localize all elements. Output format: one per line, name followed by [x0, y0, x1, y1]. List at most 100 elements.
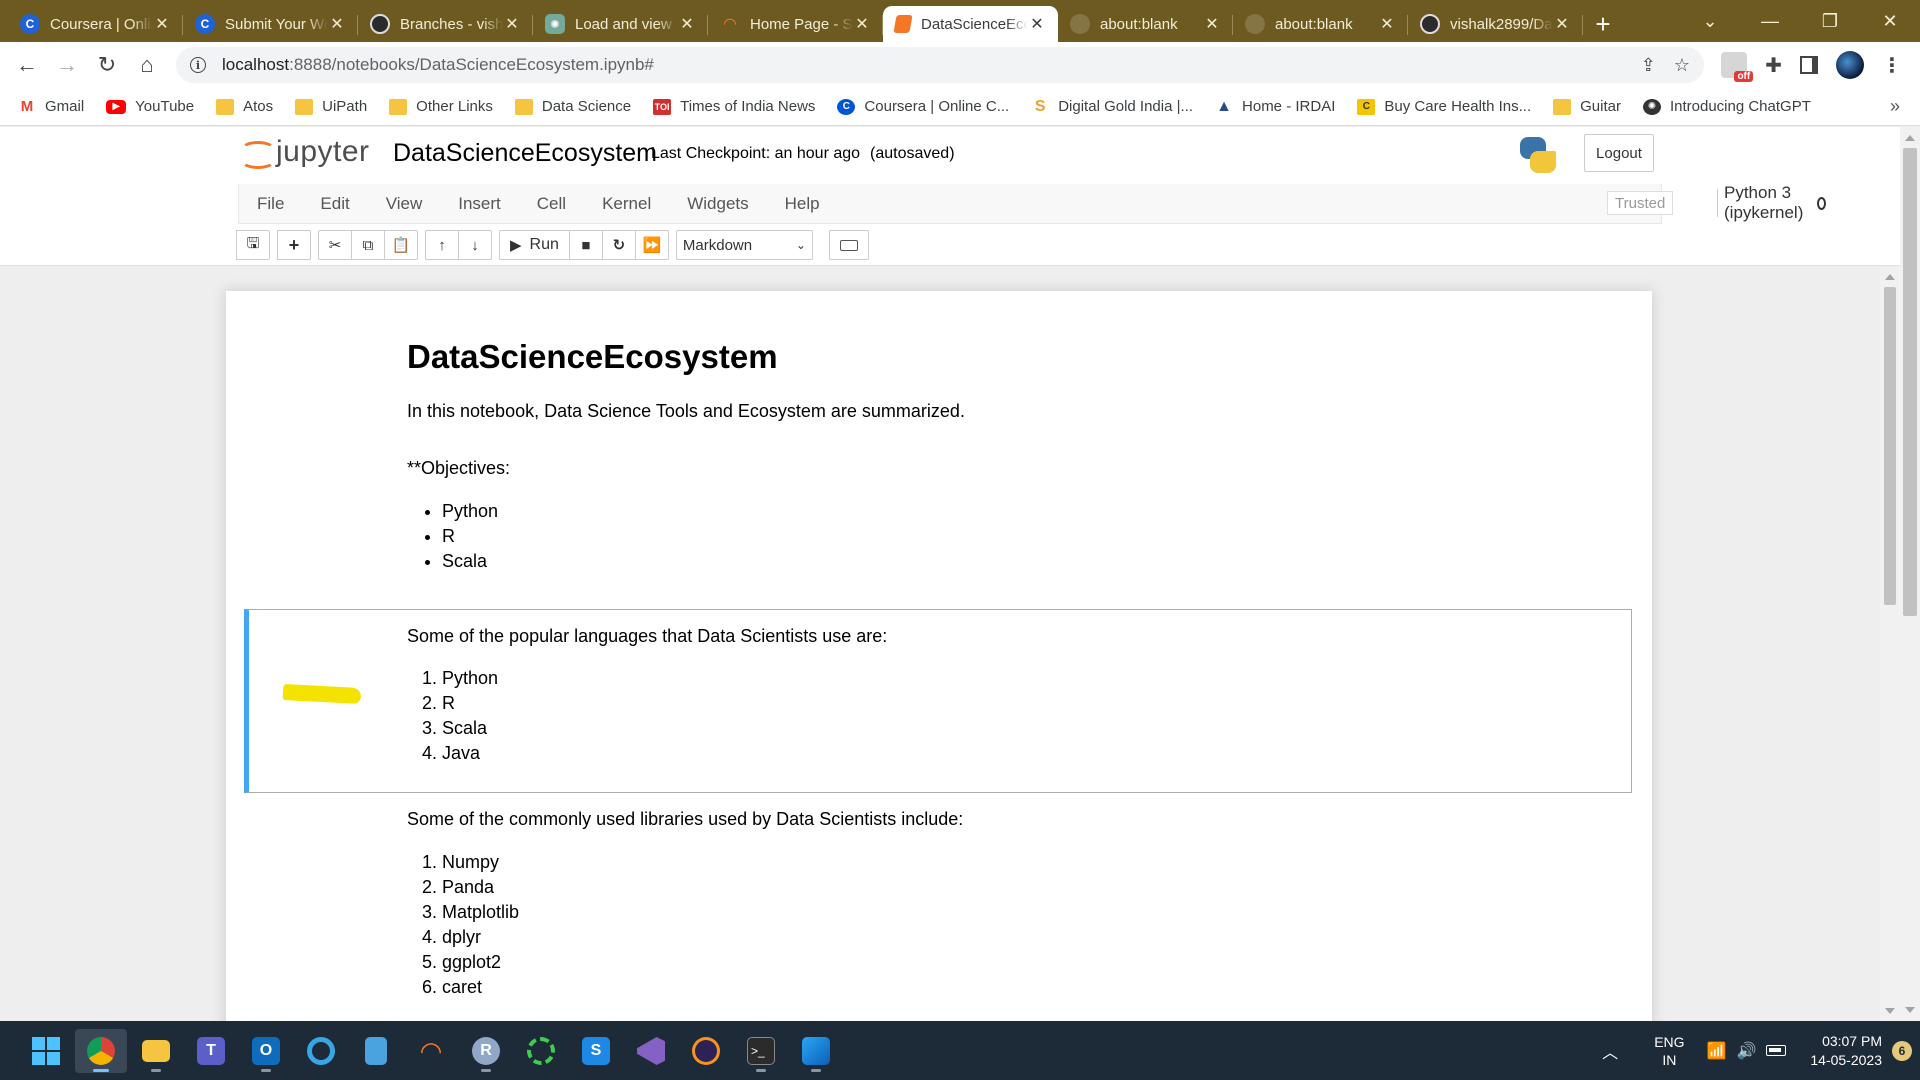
- bookmark-coursera[interactable]: C Coursera | Online C...: [837, 98, 1009, 115]
- paste-icon[interactable]: 📋: [384, 230, 418, 260]
- scroll-down-icon[interactable]: [1905, 1007, 1915, 1013]
- bookmark-youtube[interactable]: ▶ YouTube: [106, 98, 194, 115]
- browser-tab-blank-1[interactable]: about:blank ✕: [1058, 6, 1233, 42]
- taskbar-file-explorer[interactable]: [130, 1029, 182, 1073]
- language-indicator[interactable]: ENG IN: [1654, 1033, 1684, 1069]
- menu-kernel[interactable]: Kernel: [584, 194, 669, 214]
- bookmark-care-health[interactable]: C Buy Care Health Ins...: [1357, 98, 1531, 115]
- home-icon[interactable]: ⌂: [132, 50, 162, 80]
- scroll-down-icon[interactable]: [1885, 1008, 1895, 1014]
- cell-type-select[interactable]: Markdown ⌄: [675, 230, 813, 260]
- bookmark-chatgpt[interactable]: ✺ Introducing ChatGPT: [1642, 98, 1811, 115]
- save-icon[interactable]: 🖫: [236, 230, 270, 260]
- copy-icon[interactable]: ⧉: [351, 230, 385, 260]
- bookmark-other-links[interactable]: Other Links: [389, 98, 493, 115]
- taskbar-ring-app[interactable]: [515, 1029, 567, 1073]
- bookmark-atos[interactable]: Atos: [216, 98, 273, 115]
- taskbar-teams[interactable]: T: [185, 1029, 237, 1073]
- taskbar-outlook[interactable]: O: [240, 1029, 292, 1073]
- insert-cell-icon[interactable]: +: [277, 230, 311, 260]
- taskbar-photos[interactable]: [790, 1029, 842, 1073]
- browser-menu-icon[interactable]: ⋮: [1882, 53, 1902, 78]
- markdown-cell-intro[interactable]: DataScienceEcosystem In this notebook, D…: [244, 291, 1632, 603]
- run-button[interactable]: ▶ Run: [499, 230, 570, 260]
- bookmarks-overflow-icon[interactable]: »: [1890, 96, 1900, 117]
- browser-tab-blank-2[interactable]: about:blank ✕: [1233, 6, 1408, 42]
- clock[interactable]: 03:07 PM 14-05-2023: [1810, 1032, 1882, 1070]
- page-scrollbar[interactable]: [1900, 127, 1920, 1021]
- browser-tab-load-data[interactable]: ✺ Load and view data ✕: [533, 6, 708, 42]
- close-icon[interactable]: ✕: [678, 14, 696, 34]
- browser-tab-coursera[interactable]: C Coursera | Online Courses ✕: [8, 6, 183, 42]
- system-icons[interactable]: 📶 🔊: [1707, 1041, 1787, 1061]
- taskbar-notepad[interactable]: [350, 1029, 402, 1073]
- close-icon[interactable]: ✕: [503, 14, 521, 34]
- markdown-cell-libraries[interactable]: Some of the commonly used libraries used…: [244, 793, 1632, 1021]
- menu-widgets[interactable]: Widgets: [669, 194, 766, 214]
- bookmark-times-of-india[interactable]: TOI Times of India News: [653, 98, 815, 115]
- stop-icon[interactable]: ■: [568, 230, 603, 260]
- menu-insert[interactable]: Insert: [440, 194, 519, 214]
- logout-button[interactable]: Logout: [1584, 134, 1654, 172]
- scrollbar-thumb[interactable]: [1884, 287, 1896, 605]
- chevron-up-icon[interactable]: ︿: [1602, 1039, 1618, 1063]
- tab-search-icon[interactable]: ⌄: [1680, 0, 1740, 42]
- notebook-scrollbar[interactable]: [1880, 267, 1900, 1021]
- back-icon[interactable]: ←: [12, 50, 42, 80]
- taskbar-visual-studio[interactable]: [625, 1029, 677, 1073]
- jupyter-logo[interactable]: jupyter: [240, 135, 370, 169]
- menu-help[interactable]: Help: [767, 194, 838, 214]
- site-info-icon[interactable]: i: [190, 57, 206, 73]
- share-icon[interactable]: ⇪: [1641, 55, 1656, 76]
- menu-view[interactable]: View: [368, 194, 441, 214]
- keyboard-shortcuts-button[interactable]: [828, 230, 869, 260]
- scrollbar-thumb[interactable]: [1903, 148, 1917, 616]
- notebook-name[interactable]: DataScienceEcosystem: [393, 139, 657, 168]
- cut-icon[interactable]: ✂: [318, 230, 352, 260]
- scroll-up-icon[interactable]: [1905, 135, 1915, 141]
- close-icon[interactable]: ✕: [1378, 14, 1396, 34]
- scroll-up-icon[interactable]: [1885, 274, 1895, 280]
- bookmark-uipath[interactable]: UiPath: [295, 98, 367, 115]
- browser-tab-branches[interactable]: Branches - vishalk2899 ✕: [358, 6, 533, 42]
- taskbar-r[interactable]: R: [460, 1029, 512, 1073]
- bookmark-irdai[interactable]: ▲ Home - IRDAI: [1215, 98, 1335, 116]
- close-icon[interactable]: ✕: [1203, 14, 1221, 34]
- minimize-icon[interactable]: —: [1740, 0, 1800, 42]
- extensions-puzzle-icon[interactable]: ✚: [1765, 53, 1782, 78]
- taskbar-eclipse[interactable]: [680, 1029, 732, 1073]
- close-icon[interactable]: ✕: [853, 14, 871, 34]
- forward-icon[interactable]: →: [52, 50, 82, 80]
- taskbar-app-swirl[interactable]: [295, 1029, 347, 1073]
- bookmark-digital-gold[interactable]: S Digital Gold India |...: [1031, 98, 1193, 116]
- restart-icon[interactable]: ↻: [601, 230, 636, 260]
- extension-off-icon[interactable]: off: [1721, 52, 1754, 82]
- start-button[interactable]: [20, 1029, 72, 1073]
- browser-tab-notebook[interactable]: DataScienceEcosystem ✕: [883, 6, 1058, 42]
- menu-edit[interactable]: Edit: [302, 194, 367, 214]
- markdown-cell-languages[interactable]: Some of the popular languages that Data …: [244, 609, 1632, 793]
- kernel-indicator[interactable]: Python 3 (ipykernel): [1717, 183, 1827, 222]
- trusted-badge[interactable]: Trusted: [1607, 191, 1674, 215]
- side-panel-icon[interactable]: [1800, 56, 1818, 74]
- menu-file[interactable]: File: [239, 194, 302, 214]
- close-icon[interactable]: ✕: [153, 14, 171, 34]
- address-bar[interactable]: i localhost:8888/notebooks/DataScienceEc…: [176, 47, 1704, 83]
- restore-icon[interactable]: ❐: [1800, 0, 1860, 42]
- bookmark-gmail[interactable]: M Gmail: [18, 98, 84, 115]
- taskbar-s-app[interactable]: S: [570, 1029, 622, 1073]
- bookmark-guitar[interactable]: Guitar: [1553, 98, 1621, 115]
- profile-avatar[interactable]: [1836, 51, 1864, 79]
- notification-badge[interactable]: 6: [1892, 1040, 1912, 1061]
- restart-run-all-icon[interactable]: ⏩: [634, 230, 669, 260]
- close-window-icon[interactable]: ✕: [1860, 0, 1920, 42]
- browser-tab-home-page[interactable]: ◠ Home Page - Select ✕: [708, 6, 883, 42]
- new-tab-button[interactable]: +: [1583, 6, 1623, 42]
- close-icon[interactable]: ✕: [1028, 14, 1046, 34]
- close-icon[interactable]: ✕: [328, 14, 346, 34]
- menu-cell[interactable]: Cell: [519, 194, 584, 214]
- taskbar-chrome[interactable]: [75, 1029, 127, 1073]
- bookmark-star-icon[interactable]: ☆: [1674, 55, 1690, 76]
- browser-tab-github-repo[interactable]: vishalk2899/DataScience ✕: [1408, 6, 1583, 42]
- move-down-icon[interactable]: ↓: [458, 230, 492, 260]
